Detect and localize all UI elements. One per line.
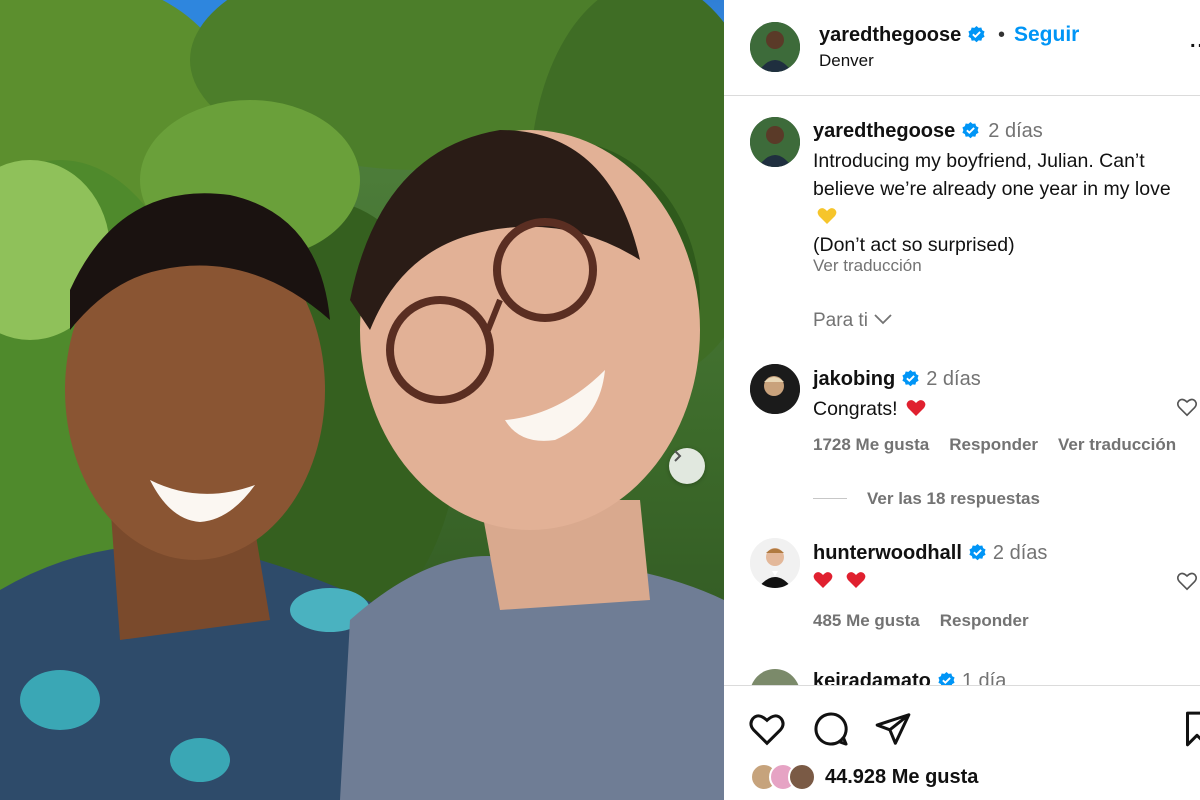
comment-time: 2 días: [992, 542, 1048, 564]
for-you-dropdown[interactable]: Para ti: [813, 310, 893, 332]
more-options-button[interactable]: ...: [1190, 30, 1200, 53]
comment-meta: 1728 Me gusta Responder Ver traducción: [813, 435, 1196, 455]
likes-summary[interactable]: 44.928 Me gusta: [750, 762, 978, 792]
comment-text: [813, 570, 866, 593]
heart-icon[interactable]: [1176, 571, 1198, 591]
chevron-right-icon: [674, 450, 682, 462]
caption-author[interactable]: yaredthegoose 2 días: [813, 120, 1043, 143]
chevron-down-icon: [874, 314, 892, 325]
comment-time: 2 días: [926, 368, 981, 390]
view-replies-button[interactable]: Ver las 18 respuestas: [813, 489, 1040, 509]
yellow-heart-icon: [817, 208, 837, 224]
avatar[interactable]: [750, 22, 800, 72]
comment-author[interactable]: keiradamato 1 día: [813, 670, 1006, 685]
comment-item: keiradamato 1 día: [724, 667, 1200, 685]
carousel-next-button[interactable]: [669, 448, 705, 484]
commenter-avatar[interactable]: [750, 364, 800, 414]
comment-meta: 485 Me gusta Responder: [813, 611, 1049, 631]
comment-icon[interactable]: [812, 710, 850, 748]
red-heart-icon: [906, 400, 925, 416]
heart-icon[interactable]: [1176, 397, 1198, 417]
post-author[interactable]: yaredthegoose: [819, 24, 986, 47]
post-location[interactable]: Denver: [819, 51, 874, 71]
reply-button[interactable]: Responder: [940, 611, 1029, 630]
bookmark-icon[interactable]: [1182, 710, 1200, 748]
red-heart-icon: [813, 572, 833, 588]
follow-button[interactable]: Seguir: [1014, 23, 1079, 47]
verified-icon: [902, 369, 919, 387]
liker-avatar: [788, 763, 816, 791]
comment-likes[interactable]: 485 Me gusta: [813, 611, 920, 630]
verified-icon: [962, 121, 979, 139]
reply-button[interactable]: Responder: [949, 435, 1038, 454]
comment-text: Congrats!: [813, 398, 926, 421]
comment-likes[interactable]: 1728 Me gusta: [813, 435, 929, 454]
share-icon[interactable]: [874, 710, 912, 748]
post-side-panel: yaredthegoose • Seguir Denver ... yaredt…: [724, 0, 1200, 800]
post-photo: [0, 0, 724, 800]
verified-icon: [968, 25, 985, 43]
likes-count[interactable]: 44.928 Me gusta: [825, 766, 978, 789]
commenter-avatar[interactable]: [750, 538, 800, 588]
heart-icon[interactable]: [748, 710, 786, 748]
translate-link[interactable]: Ver traducción: [1058, 435, 1176, 454]
post-actions-bar: 44.928 Me gusta: [724, 685, 1200, 800]
comment-author[interactable]: hunterwoodhall 2 días: [813, 542, 1047, 565]
verified-icon: [969, 543, 986, 561]
comment-author[interactable]: jakobing 2 días: [813, 368, 981, 391]
commenter-avatar[interactable]: [750, 669, 800, 685]
separator-dot: •: [998, 24, 1006, 46]
caption-time: 2 días: [988, 120, 1043, 142]
post-header: yaredthegoose • Seguir Denver ...: [724, 0, 1200, 96]
red-heart-icon: [847, 572, 866, 588]
caption-text: Introducing my boyfriend, Julian. Can’t …: [813, 150, 1171, 256]
see-translation-link[interactable]: Ver traducción: [813, 256, 922, 276]
comment-time: 1 día: [961, 670, 1007, 685]
verified-icon: [938, 671, 955, 685]
caption-avatar[interactable]: [750, 117, 800, 167]
photo-illustration: [0, 0, 724, 800]
